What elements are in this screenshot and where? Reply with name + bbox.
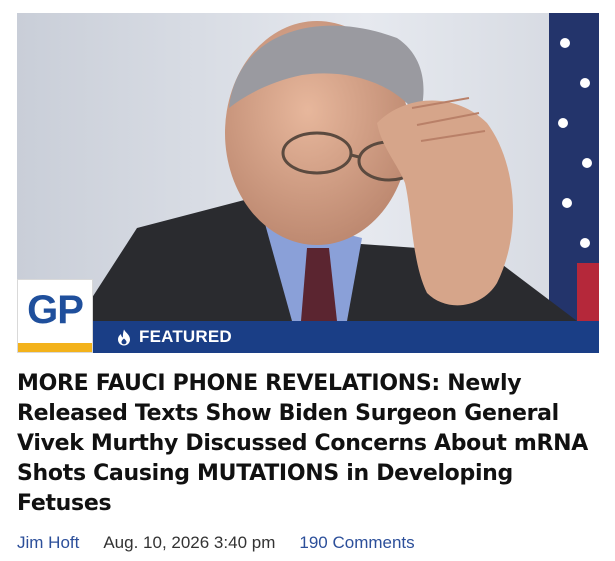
publish-date: Aug. 10, 2026 3:40 pm <box>103 533 276 552</box>
logo-text: GP <box>27 288 84 332</box>
author-link[interactable]: Jim Hoft <box>17 533 79 553</box>
article-meta: Jim Hoft Aug. 10, 2026 3:40 pm 190 Comme… <box>17 531 415 555</box>
featured-badge[interactable]: FEATURED <box>117 321 232 353</box>
logo-stripe <box>18 343 92 352</box>
article-headline[interactable]: MORE FAUCI PHONE REVELATIONS: Newly Rele… <box>17 369 602 519</box>
article-card: FEATURED GP MORE FAUCI PHONE REVELATIONS… <box>0 0 615 561</box>
flame-icon <box>117 329 131 346</box>
comments-link[interactable]: 190 Comments <box>299 533 414 553</box>
featured-label: FEATURED <box>139 327 232 346</box>
article-image[interactable] <box>17 13 599 321</box>
featured-banner <box>17 321 599 353</box>
site-logo[interactable]: GP <box>17 279 93 353</box>
